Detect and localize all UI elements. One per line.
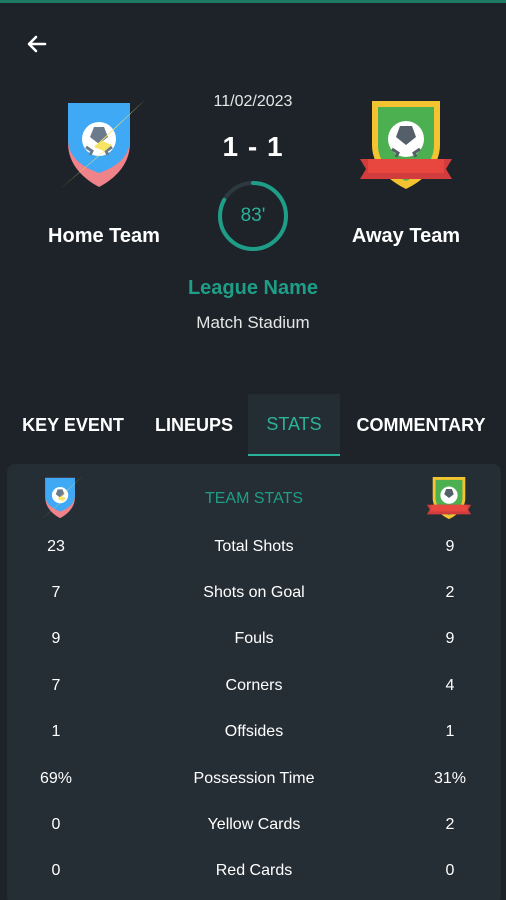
stat-row: 0 Red Cards 0: [7, 856, 501, 886]
stat-home-value: 0: [51, 816, 61, 833]
stat-away-value: 0: [445, 862, 455, 879]
stat-away-value: 2: [445, 816, 455, 833]
stat-home-value: 9: [51, 630, 61, 647]
stat-home-value: 0: [51, 862, 61, 879]
match-timer: 83': [216, 179, 290, 253]
league-name[interactable]: League Name: [103, 277, 403, 300]
tab-key-event[interactable]: KEY EVENT: [12, 394, 134, 456]
stat-label: Red Cards: [215, 862, 293, 879]
stat-home-value: 1: [51, 723, 61, 740]
stat-away-value: 9: [445, 630, 455, 647]
team-stats-title: TEAM STATS: [204, 490, 304, 507]
away-team-crest-small: [425, 476, 473, 522]
arrow-left-icon: [27, 35, 47, 53]
stat-row: 7 Shots on Goal 2: [7, 578, 501, 608]
team-stats-card: TEAM STATS 23 Total Shots 9 7 Shots on G…: [7, 464, 501, 900]
timer-minute: 83': [240, 205, 266, 226]
stat-away-value: 9: [445, 538, 455, 555]
home-team-crest: [56, 99, 150, 195]
stat-row: 0 Yellow Cards 2: [7, 810, 501, 840]
home-team-crest-small: [39, 476, 85, 522]
tab-lineups[interactable]: LINEUPS: [144, 394, 244, 456]
stat-home-value: 23: [47, 538, 65, 555]
stat-away-value: 2: [445, 584, 455, 601]
match-header: Home Team Away Team 11/02/2023 1 - 1 83'…: [0, 3, 506, 390]
match-date: 11/02/2023: [213, 93, 293, 110]
back-button[interactable]: [20, 27, 54, 61]
match-tabs: KEY EVENT LINEUPS STATS COMMENTARY: [0, 394, 506, 456]
stat-row: 7 Corners 4: [7, 671, 501, 701]
stat-row: 1 Offsides 1: [7, 717, 501, 747]
stadium-name: Match Stadium: [196, 313, 310, 332]
home-team-name: Home Team: [48, 225, 160, 247]
stat-label: Possession Time: [193, 770, 315, 787]
stat-label: Yellow Cards: [207, 816, 301, 833]
stat-label: Fouls: [234, 630, 274, 647]
match-score: 1 - 1: [222, 131, 284, 162]
tab-commentary[interactable]: COMMENTARY: [350, 394, 492, 456]
stat-row: 9 Fouls 9: [7, 624, 501, 654]
stat-row: 69% Possession Time 31%: [7, 764, 501, 794]
stat-away-value: 4: [445, 677, 455, 694]
stat-away-value: 1: [445, 723, 455, 740]
stat-away-value: 31%: [433, 770, 467, 787]
away-team-name: Away Team: [351, 225, 461, 247]
stat-row: 23 Total Shots 9: [7, 532, 501, 562]
stat-home-value: 69%: [39, 770, 73, 787]
stat-label: Total Shots: [214, 538, 294, 555]
stat-label: Corners: [225, 677, 283, 694]
away-team-crest: [356, 99, 456, 195]
tab-stats[interactable]: STATS: [248, 394, 340, 456]
stat-home-value: 7: [51, 584, 61, 601]
stat-label: Shots on Goal: [203, 584, 305, 601]
stat-label: Offsides: [224, 723, 284, 740]
stat-home-value: 7: [51, 677, 61, 694]
